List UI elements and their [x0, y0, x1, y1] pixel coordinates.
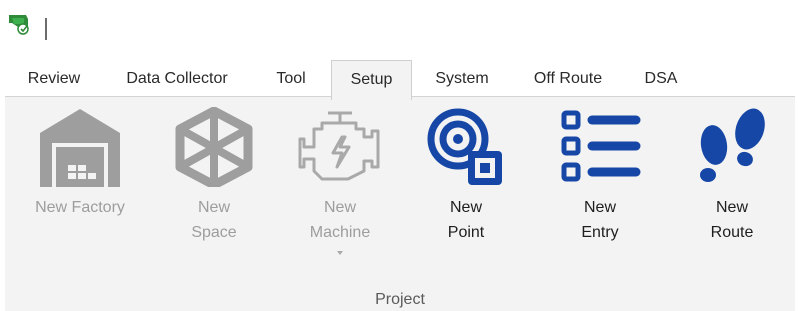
new-factory-button[interactable]: New Factory [23, 97, 137, 277]
new-entry-label: New Entry [581, 199, 619, 241]
new-point-button[interactable]: New Point [409, 97, 523, 277]
new-space-button[interactable]: New Space [157, 97, 271, 277]
app-logo-icon[interactable] [6, 12, 32, 36]
new-route-label: New Route [710, 199, 754, 241]
cube-icon [174, 106, 254, 192]
list-icon [558, 107, 642, 192]
ribbon-panel: New Factory New Space New Machine New Po… [5, 96, 795, 311]
tab-dsa[interactable]: DSA [630, 62, 692, 98]
tab-data-collector[interactable]: Data Collector [104, 62, 250, 98]
title-separator [45, 18, 47, 40]
new-factory-label: New Factory [35, 199, 125, 216]
factory-icon [39, 107, 121, 192]
new-route-button[interactable]: New Route [675, 97, 789, 277]
group-label-project: Project [375, 291, 425, 308]
tab-system[interactable]: System [420, 62, 504, 98]
title-bar [0, 0, 798, 62]
chevron-down-icon[interactable] [337, 251, 343, 255]
ribbon-tab-bar: Review Data Collector Tool Setup System … [0, 60, 798, 100]
new-machine-label: New Machine [309, 199, 371, 241]
new-entry-button[interactable]: New Entry [543, 97, 657, 277]
new-space-label: New Space [191, 199, 237, 241]
tab-setup[interactable]: Setup [331, 60, 412, 100]
new-point-label: New Point [447, 199, 485, 241]
tab-tool[interactable]: Tool [260, 62, 322, 98]
footprints-icon [690, 107, 774, 192]
engine-icon [298, 107, 382, 192]
tab-review[interactable]: Review [14, 62, 94, 98]
point-sensor-icon [424, 107, 508, 192]
tab-off-route[interactable]: Off Route [515, 62, 621, 98]
new-machine-button[interactable]: New Machine [283, 97, 397, 277]
